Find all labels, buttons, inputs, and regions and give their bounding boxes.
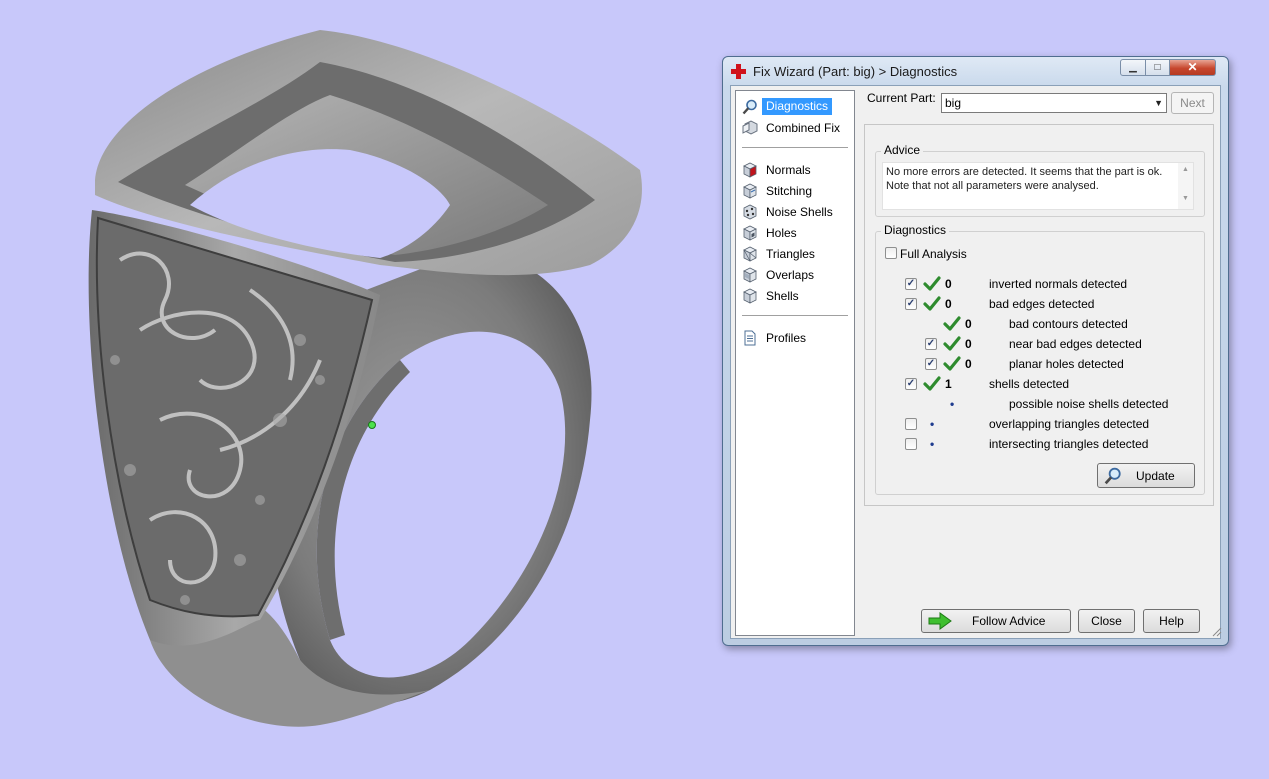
scroll-down-icon[interactable]: ▼: [1182, 195, 1189, 202]
green-check-icon: [943, 335, 961, 353]
overlaps-cube-icon: [743, 267, 757, 283]
nav-item-overlaps[interactable]: Overlaps: [740, 265, 852, 285]
diagnostic-row: • overlapping triangles detected: [876, 414, 1202, 434]
wizard-nav-list: Diagnostics Combined Fix Normals Stitchi…: [735, 90, 855, 636]
pending-dot-icon: •: [930, 437, 935, 451]
diagnostic-label: intersecting triangles detected: [989, 437, 1149, 451]
pending-dot-icon: •: [950, 397, 955, 411]
advice-text: No more errors are detected. It seems th…: [886, 166, 1163, 192]
title-bar[interactable]: Fix Wizard (Part: big) > Diagnostics ▁ □…: [723, 57, 1228, 85]
diagnostic-checkbox[interactable]: ✓: [925, 338, 937, 350]
magnifier-icon: [1104, 467, 1121, 485]
diagnostic-checkbox[interactable]: ✓: [925, 358, 937, 370]
full-analysis-label: Full Analysis: [900, 247, 967, 261]
next-button[interactable]: Next: [1171, 92, 1214, 114]
diagnostic-count: 0: [945, 277, 952, 291]
diagnostic-checkbox[interactable]: ✓: [905, 378, 917, 390]
nav-item-stitching[interactable]: Stitching: [740, 181, 852, 201]
diagnostic-count: 0: [945, 297, 952, 311]
nav-separator: [742, 315, 848, 316]
profile-document-icon: [744, 330, 756, 346]
diagnostic-row: ✓ 0 bad edges detected: [876, 294, 1202, 314]
combined-fix-icon: [742, 120, 758, 135]
diagnostic-count: 0: [965, 357, 972, 371]
diagnostic-row: 0 bad contours detected: [876, 314, 1202, 334]
shells-cube-icon: [743, 288, 757, 304]
diagnostic-label: shells detected: [989, 377, 1070, 391]
diagnostic-row: ✓ 0 inverted normals detected: [876, 274, 1202, 294]
diagnostic-label: inverted normals detected: [989, 277, 1128, 291]
dropdown-arrow-icon: ▼: [1154, 98, 1163, 108]
maximize-button[interactable]: □: [1146, 59, 1170, 76]
diagnostic-label: possible noise shells detected: [1009, 397, 1169, 411]
current-part-label: Current Part:: [867, 91, 936, 105]
diagnostics-group-title: Diagnostics: [881, 223, 950, 237]
current-part-select[interactable]: big ▼: [941, 93, 1167, 113]
model-viewport[interactable]: [0, 0, 720, 779]
nav-item-diagnostics[interactable]: Diagnostics: [740, 97, 852, 117]
diagnostic-label: overlapping triangles detected: [989, 417, 1150, 431]
magnifier-icon: [742, 99, 757, 115]
nav-item-profiles[interactable]: Profiles: [740, 328, 852, 348]
diagnostic-count: 0: [965, 337, 972, 351]
dialog-client-area: Diagnostics Combined Fix Normals Stitchi…: [730, 85, 1221, 639]
current-part-value: big: [945, 96, 962, 110]
fix-wizard-dialog: Fix Wizard (Part: big) > Diagnostics ▁ □…: [722, 56, 1229, 646]
pending-dot-icon: •: [930, 417, 935, 431]
diagnostic-label: bad edges detected: [989, 297, 1095, 311]
diagnostic-checkbox[interactable]: ✓: [905, 298, 917, 310]
triangles-cube-icon: [743, 246, 757, 262]
diagnostics-panel: Advice No more errors are detected. It s…: [864, 124, 1214, 506]
diagnostic-row: ✓ 1 shells detected: [876, 374, 1202, 394]
scroll-up-icon[interactable]: ▲: [1182, 166, 1189, 173]
nav-item-shells[interactable]: Shells: [740, 286, 852, 306]
nav-separator: [742, 147, 848, 148]
ring-model: [88, 30, 642, 727]
nav-item-holes[interactable]: Holes: [740, 223, 852, 243]
nav-item-triangles[interactable]: Triangles: [740, 244, 852, 264]
diagnostics-group: Diagnostics Full Analysis ✓ 0 inverted nor…: [875, 223, 1205, 495]
advice-scrollbar[interactable]: ▲ ▼: [1178, 163, 1193, 209]
green-check-icon: [943, 315, 961, 333]
green-check-icon: [923, 295, 941, 313]
full-analysis-checkbox[interactable]: [885, 247, 897, 259]
green-check-icon: [943, 355, 961, 373]
diagnostic-count: 1: [945, 377, 952, 391]
diagnostic-row: ✓ 0 near bad edges detected: [876, 334, 1202, 354]
advice-group: Advice No more errors are detected. It s…: [875, 143, 1205, 217]
red-cross-icon: [731, 64, 746, 79]
diagnostic-label: bad contours detected: [1009, 317, 1128, 331]
window-title: Fix Wizard (Part: big) > Diagnostics: [753, 64, 958, 79]
resize-grip-icon[interactable]: [1210, 625, 1222, 637]
nav-item-noise-shells[interactable]: Noise Shells: [740, 202, 852, 222]
advice-group-title: Advice: [881, 143, 924, 157]
stitching-cube-icon: [743, 183, 757, 199]
noise-shells-icon: [743, 204, 757, 220]
green-check-icon: [923, 275, 941, 293]
normals-cube-icon: [743, 162, 757, 178]
nav-item-combined-fix[interactable]: Combined Fix: [740, 118, 852, 138]
green-arrow-icon: [928, 612, 952, 630]
diagnostic-row: ✓ 0 planar holes detected: [876, 354, 1202, 374]
diagnostic-count: 0: [965, 317, 972, 331]
minimize-button[interactable]: ▁: [1120, 59, 1146, 76]
close-button[interactable]: Close: [1078, 609, 1135, 633]
diagnostic-row: • possible noise shells detected: [876, 394, 1202, 414]
holes-cube-icon: [743, 225, 757, 241]
nav-item-normals[interactable]: Normals: [740, 160, 852, 180]
diagnostic-row: • intersecting triangles detected: [876, 434, 1202, 454]
advice-textbox[interactable]: No more errors are detected. It seems th…: [882, 162, 1194, 210]
close-window-button[interactable]: ✕: [1170, 59, 1216, 76]
green-check-icon: [923, 375, 941, 393]
help-button[interactable]: Help: [1143, 609, 1200, 633]
diagnostic-label: planar holes detected: [1009, 357, 1124, 371]
follow-advice-button[interactable]: Follow Advice: [921, 609, 1071, 633]
diagnostic-checkbox[interactable]: [905, 438, 917, 450]
diagnostic-checkbox[interactable]: ✓: [905, 278, 917, 290]
diagnostic-checkbox[interactable]: [905, 418, 917, 430]
update-button[interactable]: Update: [1097, 463, 1195, 488]
diagnostic-label: near bad edges detected: [1009, 337, 1142, 351]
